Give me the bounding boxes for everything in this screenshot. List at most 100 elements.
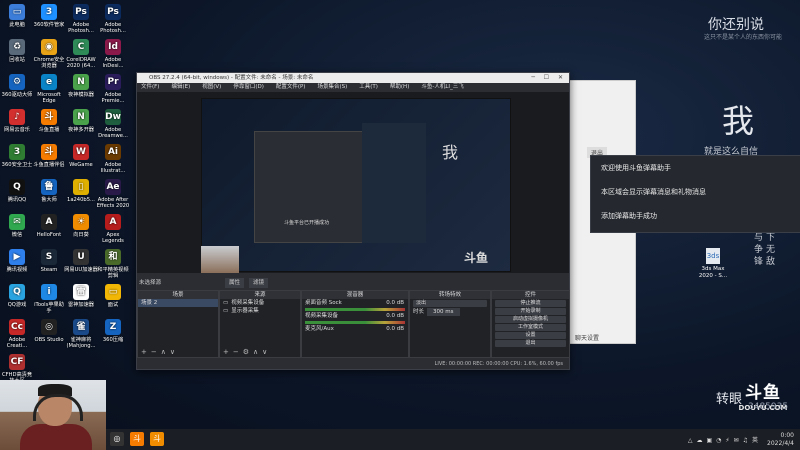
desktop-icon[interactable]: 3 360软件管家 <box>32 4 66 28</box>
obs-window[interactable]: OBS 27.2.4 (64-bit, windows) - 配置文件: 未命名… <box>136 72 570 370</box>
desktop-icon[interactable]: ☀ 向日葵 <box>64 214 98 238</box>
mixer-track-name: 麦克风/Aux <box>305 326 334 332</box>
obs-control-button[interactable]: 启动虚拟摄像机 <box>495 316 566 323</box>
taskbar-app-douyu-companion[interactable]: 斗 <box>150 432 164 446</box>
maximize-icon[interactable]: ☐ <box>544 73 549 83</box>
transitions-header: 转场特效 <box>410 291 490 299</box>
app-icon: ☀ <box>73 214 89 230</box>
wallpaper-subtitle: 这只不是某个人的东西你可能 <box>704 34 783 41</box>
desktop-icon-label: iTools苹果助手 <box>34 302 64 314</box>
tray-icon[interactable]: 英 <box>752 437 758 444</box>
close-icon[interactable]: ✕ <box>558 73 563 83</box>
obs-menu-item[interactable]: 视图(V) <box>202 83 221 92</box>
desktop-icon[interactable]: e Microsoft Edge <box>32 74 66 104</box>
tray-icon[interactable]: ♫ <box>743 437 748 444</box>
desktop-icon[interactable]: ♪ 网易云音乐 <box>0 109 34 133</box>
desktop-icon[interactable]: A Apex Legends <box>96 214 130 244</box>
obs-menu-item[interactable]: 工具(T) <box>359 83 378 92</box>
filters-button[interactable]: 滤镜 <box>249 278 269 288</box>
desktop-icon[interactable]: ♻ 回收站 <box>0 39 34 63</box>
tray-icon[interactable]: ⚡ <box>725 437 729 444</box>
desktop-icon[interactable]: S Steam <box>32 249 66 273</box>
desktop-icon[interactable]: ▭ 面试 <box>96 284 130 308</box>
app-icon: 雀 <box>73 319 89 335</box>
taskbar-app-douyu[interactable]: 斗 <box>130 432 144 446</box>
desktop-icon[interactable]: Ae Adobe After Effects 2020 <box>96 179 130 209</box>
desktop-icon[interactable]: 雀雀神麻将 (Mahjong... <box>64 319 98 349</box>
obs-control-button[interactable]: 开始录制 <box>495 308 566 315</box>
desktop-icon[interactable]: Z 360压缩 <box>96 319 130 343</box>
obs-menu-item[interactable]: 配置文件(P) <box>276 83 306 92</box>
obs-menu-item[interactable]: 斗鱼-人机LI_三飞 <box>421 83 463 92</box>
desktop-icon-label: 网易云音乐 <box>4 127 30 133</box>
desktop-icon[interactable]: N 夜神模拟器 <box>64 74 98 98</box>
desktop-icon[interactable]: Q QQ游戏 <box>0 284 34 308</box>
desktop-icon[interactable]: Q 腾讯QQ <box>0 179 34 203</box>
tray-icon[interactable]: ✉ <box>734 437 739 444</box>
taskbar-app-obs[interactable]: ◎ <box>110 432 124 446</box>
desktop-icon[interactable]: ✉ 微信 <box>0 214 34 238</box>
sources-footer-buttons[interactable]: +−⚙∧∨ <box>223 348 271 356</box>
obs-control-button[interactable]: 工作室模式 <box>495 324 566 331</box>
app-icon: CF <box>9 354 25 370</box>
desktop-icon[interactable]: ▭ 此电脑 <box>0 4 34 28</box>
desktop-icon[interactable]: N 夜神多开器 <box>64 109 98 133</box>
taskbar-clock[interactable]: 0:00 2022/4/4 <box>767 432 794 448</box>
desktop-icon[interactable]: Pr Adobe Premie... <box>96 74 130 104</box>
app-icon: A <box>41 214 57 230</box>
obs-menu-item[interactable]: 文件(F) <box>141 83 159 92</box>
desktop-icon[interactable]: 雷雷神加速器 <box>64 284 98 308</box>
desktop-icon[interactable]: i iTools苹果助手 <box>32 284 66 314</box>
desktop-icon[interactable]: 3 360安全卫士 <box>0 144 34 168</box>
desktop-icon[interactable]: Ps Adobe Photosh... <box>64 4 98 34</box>
desktop-icon[interactable]: U 网易UU加速器 <box>64 249 98 273</box>
desktop-icon[interactable]: Cc Adobe Creati... <box>0 319 34 349</box>
chat-settings-button[interactable]: 聊天设置 <box>575 333 599 342</box>
minimize-icon[interactable]: ─ <box>531 73 535 83</box>
desktop-icon[interactable]: ▶ 腾讯视频 <box>0 249 34 273</box>
obs-control-button[interactable]: 停止推流 <box>495 300 566 307</box>
scenes-panel: 场景 场景 2 +−∧∨ <box>137 290 219 358</box>
transition-select[interactable]: 淡出 <box>413 300 487 307</box>
desktop-icon[interactable]: ◎ OBS Studio <box>32 319 66 343</box>
desktop-icon-label: 面试 <box>107 302 119 308</box>
desktop-icon-label: HelloFont <box>36 232 62 238</box>
desktop-icon[interactable]: Dw Adobe Dreamwe... <box>96 109 130 139</box>
duration-input[interactable]: 300 ms <box>427 308 460 316</box>
app-icon: Z <box>105 319 121 335</box>
obs-menu-item[interactable]: 编辑(E) <box>171 83 190 92</box>
tray-icon[interactable]: ◔ <box>716 437 721 444</box>
properties-button[interactable]: 属性 <box>225 278 245 288</box>
obs-menu-item[interactable]: 场景集合(S) <box>317 83 347 92</box>
desktop-icon-label: WeGame <box>69 162 93 168</box>
desktop-icon[interactable]: ◉ Chrome安全浏览器 <box>32 39 66 69</box>
obs-menu-item[interactable]: 停靠窗口(D) <box>233 83 264 92</box>
source-item[interactable]: ▭ 显示器采集 <box>220 307 300 315</box>
desktop-icon[interactable]: 斗斗鱼直播伴侣 <box>32 144 66 168</box>
tray-icon[interactable]: ☁ <box>696 437 702 444</box>
desktop-icon[interactable]: Ai Adobe Illustrat... <box>96 144 130 174</box>
desktop-icon[interactable]: 和和平精英视频剪辑 <box>96 249 130 279</box>
tray-icon[interactable]: △ <box>688 437 693 444</box>
desktop-icon[interactable]: Id Adobe InDesi... <box>96 39 130 69</box>
obs-menu-item[interactable]: 帮助(H) <box>390 83 409 92</box>
obs-control-button[interactable]: 退出 <box>495 340 566 347</box>
scenes-footer-buttons[interactable]: +−∧∨ <box>141 348 179 356</box>
desktop-icon[interactable]: ▯ 1a240b5... <box>64 179 98 203</box>
desktop-icon[interactable]: 斗斗鱼直播 <box>32 109 66 133</box>
desktop-icon-label: 腾讯视频 <box>6 267 28 273</box>
desktop-icon[interactable]: ⚙ 360驱动大师 <box>0 74 34 98</box>
tray-icon[interactable]: ▣ <box>706 437 712 444</box>
app-icon: ◎ <box>41 319 57 335</box>
source-item[interactable]: ▭ 视频采集设备 <box>220 299 300 307</box>
obs-preview[interactable]: 我 斗鱼平台已开播成功 斗鱼 <box>137 92 569 273</box>
desktop-icon[interactable]: C CorelDRAW 2020 (64... <box>64 39 98 69</box>
obs-control-button[interactable]: 设置 <box>495 332 566 339</box>
desktop-icon[interactable]: W WeGame <box>64 144 98 168</box>
obs-title-bar[interactable]: OBS 27.2.4 (64-bit, windows) - 配置文件: 未命名… <box>137 73 569 83</box>
desktop-icon-3dsmax[interactable]: 3ds 3ds Max 2020 - S... <box>696 248 730 280</box>
desktop-icon[interactable]: 鲁鲁大师 <box>32 179 66 203</box>
desktop-icon[interactable]: Ps Adobe Photosh... <box>96 4 130 34</box>
desktop-icon[interactable]: A HelloFont <box>32 214 66 238</box>
scene-item[interactable]: 场景 2 <box>138 299 218 307</box>
